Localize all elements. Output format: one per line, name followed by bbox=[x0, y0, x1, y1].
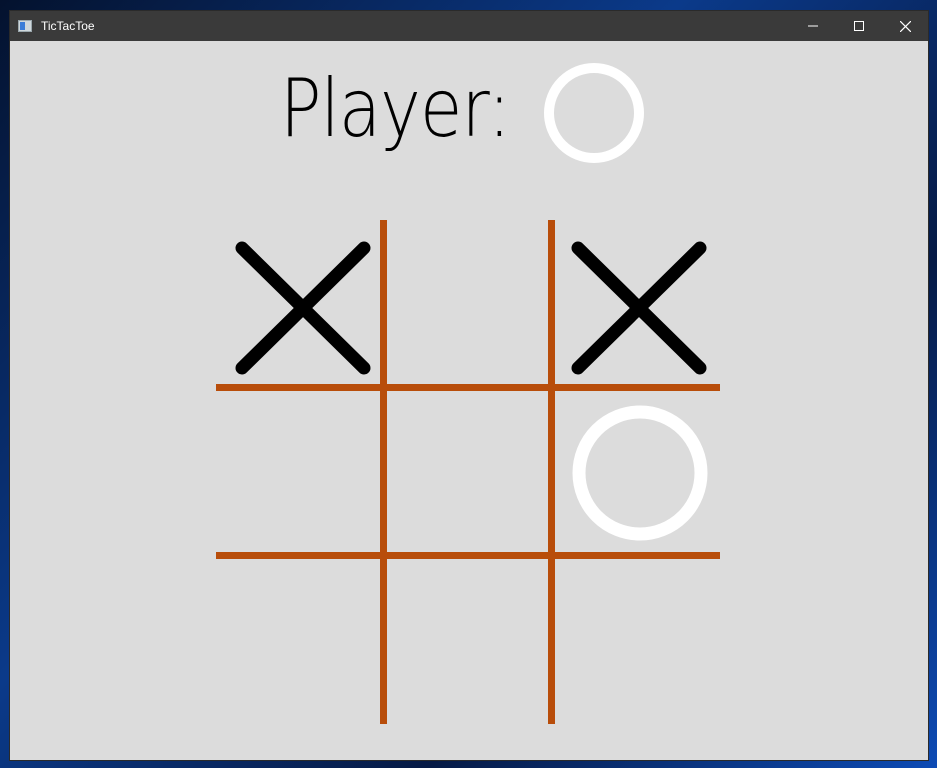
board-cell-1-1[interactable] bbox=[216, 220, 384, 388]
player-label: Player: bbox=[280, 62, 511, 155]
minimize-button[interactable] bbox=[790, 11, 836, 41]
board-cell-2-2[interactable] bbox=[384, 388, 552, 556]
board-cell-2-3[interactable] bbox=[552, 388, 720, 556]
close-icon bbox=[899, 20, 911, 32]
app-icon bbox=[18, 20, 32, 32]
o-mark bbox=[572, 405, 708, 541]
x-mark bbox=[235, 241, 371, 375]
game-area: Player: bbox=[10, 41, 928, 760]
game-board bbox=[216, 220, 720, 724]
title-bar[interactable]: TicTacToe bbox=[10, 11, 928, 41]
maximize-button[interactable] bbox=[836, 11, 882, 41]
window-title: TicTacToe bbox=[41, 19, 95, 33]
app-window: TicTacToe Player: bbox=[10, 11, 928, 760]
board-cell-1-3[interactable] bbox=[552, 220, 720, 388]
board-cell-1-2[interactable] bbox=[384, 220, 552, 388]
current-player-mark bbox=[544, 63, 644, 163]
close-button[interactable] bbox=[882, 11, 928, 41]
board-cell-3-1[interactable] bbox=[216, 556, 384, 724]
x-mark bbox=[571, 241, 707, 375]
window-controls bbox=[790, 11, 928, 41]
board-cell-3-3[interactable] bbox=[552, 556, 720, 724]
maximize-icon bbox=[854, 21, 864, 31]
board-cell-3-2[interactable] bbox=[384, 556, 552, 724]
minimize-icon bbox=[808, 25, 818, 27]
board-cell-2-1[interactable] bbox=[216, 388, 384, 556]
